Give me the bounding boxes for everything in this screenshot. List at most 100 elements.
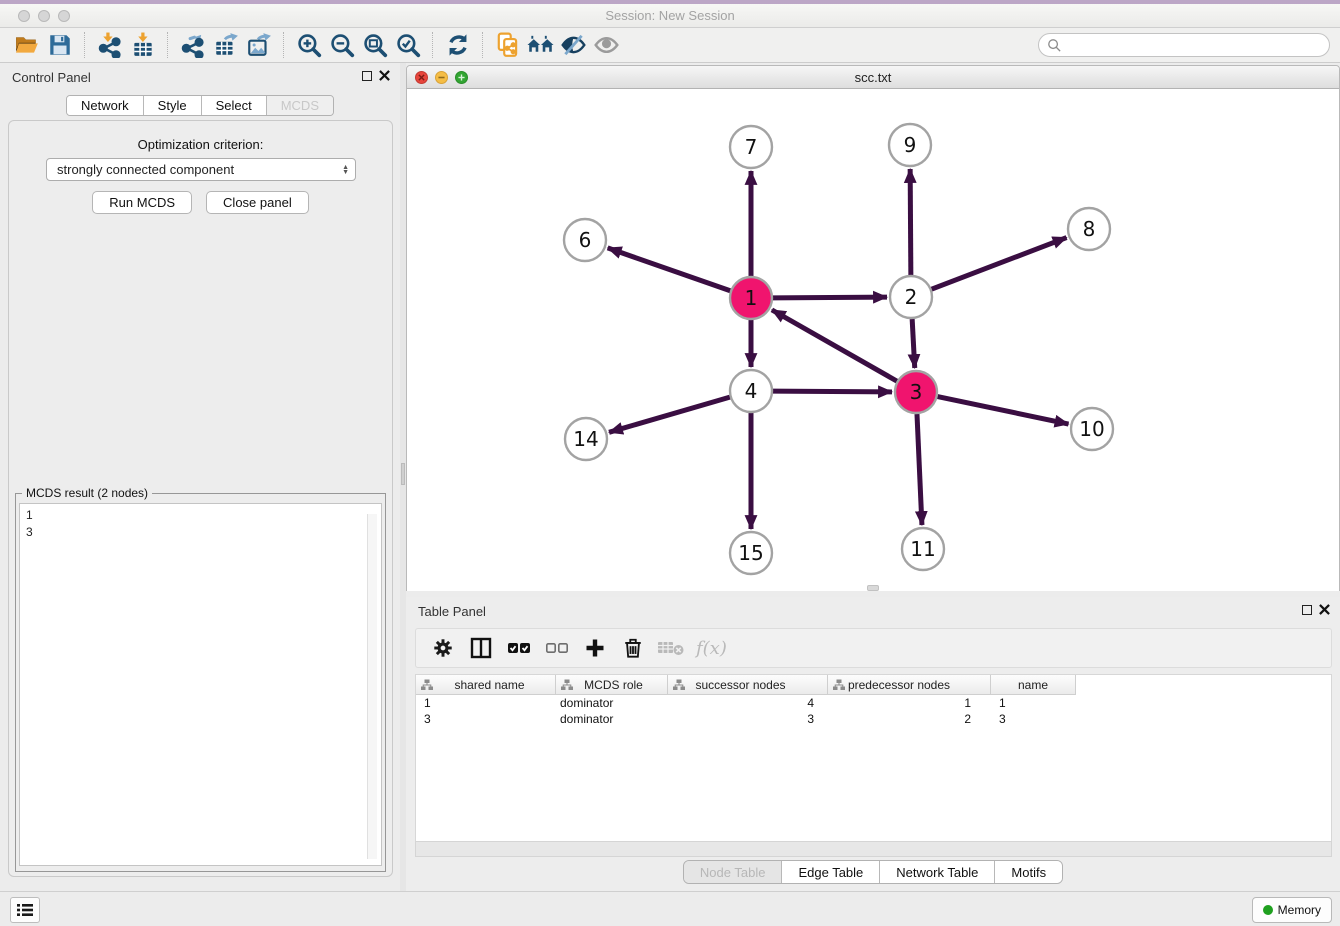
tab-network-table[interactable]: Network Table <box>880 861 995 883</box>
window-title: Session: New Session <box>0 8 1340 23</box>
delete-table-icon <box>656 633 686 663</box>
table-row[interactable]: 3 dominator 3 2 3 <box>416 711 1331 727</box>
column-header-predecessor-nodes[interactable]: predecessor nodes <box>828 675 991 695</box>
delete-row-trash-icon[interactable] <box>618 633 648 663</box>
select-all-icon[interactable] <box>504 633 534 663</box>
tab-motifs[interactable]: Motifs <box>995 861 1062 883</box>
canvas-resize-grip[interactable] <box>867 585 879 591</box>
main-toolbar <box>0 28 1340 63</box>
table-header-row: shared name MCDS role successor nodes pr… <box>416 675 1331 695</box>
criterion-value: strongly connected component <box>57 162 234 177</box>
zoom-in-icon[interactable] <box>295 32 322 59</box>
node-table[interactable]: shared name MCDS role successor nodes pr… <box>415 674 1332 841</box>
graph-node-label-7: 7 <box>745 135 758 159</box>
open-folder-icon[interactable] <box>13 32 40 59</box>
graph-node-label-15: 15 <box>738 541 763 565</box>
criterion-dropdown[interactable]: strongly connected component ▲▼ <box>46 158 356 181</box>
toolbar-separator <box>482 32 483 58</box>
tree-icon <box>833 679 845 691</box>
graph-edge-2-8[interactable] <box>932 238 1067 290</box>
export-image-icon[interactable] <box>245 32 272 59</box>
titlebar[interactable]: Session: New Session <box>0 4 1340 28</box>
mcds-result-list[interactable]: 1 3 <box>19 503 382 866</box>
result-scrollbar[interactable] <box>367 514 377 859</box>
run-mcds-button[interactable]: Run MCDS <box>92 191 192 214</box>
function-builder-icon: f(x) <box>696 638 727 659</box>
add-row-icon[interactable] <box>580 633 610 663</box>
memory-button[interactable]: Memory <box>1252 897 1332 923</box>
search-input[interactable] <box>1062 38 1321 52</box>
table-horizontal-scrollbar[interactable] <box>415 841 1332 857</box>
graph-edge-2-9[interactable] <box>910 169 911 275</box>
export-network-icon[interactable] <box>179 32 206 59</box>
optimization-criterion-label: Optimization criterion: <box>9 137 392 152</box>
graph-edge-3-10[interactable] <box>938 397 1069 425</box>
graph-edge-3-11[interactable] <box>917 414 922 525</box>
result-item[interactable]: 3 <box>26 524 375 541</box>
graph-node-label-11: 11 <box>910 537 935 561</box>
graph-node-label-6: 6 <box>579 228 592 252</box>
splitter-grip[interactable] <box>401 463 405 485</box>
tab-select[interactable]: Select <box>202 96 267 115</box>
column-header-mcds-role[interactable]: MCDS role <box>556 675 668 695</box>
graph-edge-2-3[interactable] <box>912 319 915 368</box>
tab-style[interactable]: Style <box>144 96 202 115</box>
first-neighbors-icon[interactable] <box>527 32 554 59</box>
column-header-name[interactable]: name <box>991 675 1076 695</box>
graph-node-label-3: 3 <box>910 380 923 404</box>
table-row[interactable]: 1 dominator 4 1 1 <box>416 695 1331 711</box>
zoom-selected-icon[interactable] <box>394 32 421 59</box>
result-item[interactable]: 1 <box>26 507 375 524</box>
float-panel-icon[interactable] <box>362 71 372 81</box>
tab-mcds[interactable]: MCDS <box>267 96 333 115</box>
column-header-successor-nodes[interactable]: successor nodes <box>668 675 828 695</box>
table-toolbar: f(x) <box>415 628 1332 668</box>
search-icon <box>1047 38 1062 53</box>
control-panel: Control Panel Network Style Select MCDS … <box>0 63 400 891</box>
show-column-icon[interactable] <box>466 633 496 663</box>
network-view-window: scc.txt 7968124314101511 <box>406 65 1340 591</box>
graph-edge-3-1[interactable] <box>772 310 897 381</box>
table-tabbar: Node Table Edge Table Network Table Moti… <box>683 860 1063 884</box>
settings-gear-icon[interactable] <box>428 633 458 663</box>
close-table-panel-icon[interactable] <box>1319 604 1330 615</box>
refresh-view-icon[interactable] <box>444 32 471 59</box>
float-table-panel-icon[interactable] <box>1302 605 1312 615</box>
network-window-titlebar[interactable]: scc.txt <box>407 66 1339 89</box>
export-table-icon[interactable] <box>212 32 239 59</box>
graph-edge-4-14[interactable] <box>609 397 730 432</box>
graph-edge-1-2[interactable] <box>773 297 887 298</box>
close-panel-button[interactable]: Close panel <box>206 191 309 214</box>
tab-network[interactable]: Network <box>67 96 144 115</box>
toolbar-separator <box>283 32 284 58</box>
graph-edge-4-3[interactable] <box>773 391 892 392</box>
dropdown-stepper-icon: ▲▼ <box>342 165 349 175</box>
zoom-out-icon[interactable] <box>328 32 355 59</box>
network-canvas[interactable]: 7968124314101511 <box>407 89 1339 591</box>
close-panel-icon[interactable] <box>379 70 390 81</box>
import-table-icon[interactable] <box>129 32 156 59</box>
clone-network-icon[interactable] <box>494 32 521 59</box>
task-history-button[interactable] <box>10 897 40 923</box>
zoom-fit-icon[interactable] <box>361 32 388 59</box>
toolbar-separator <box>167 32 168 58</box>
graph-node-label-14: 14 <box>573 427 598 451</box>
list-icon <box>17 903 33 917</box>
import-network-icon[interactable] <box>96 32 123 59</box>
tab-node-table[interactable]: Node Table <box>684 861 783 883</box>
mcds-result-legend: MCDS result (2 nodes) <box>22 486 152 500</box>
hide-selected-eye-icon[interactable] <box>560 32 587 59</box>
memory-label: Memory <box>1278 903 1321 917</box>
search-box[interactable] <box>1038 33 1330 57</box>
save-session-icon[interactable] <box>46 32 73 59</box>
graph-node-label-1: 1 <box>745 286 758 310</box>
show-all-eye-icon[interactable] <box>593 32 620 59</box>
tab-edge-table[interactable]: Edge Table <box>782 861 880 883</box>
toolbar-separator <box>432 32 433 58</box>
column-header-shared-name[interactable]: shared name <box>416 675 556 695</box>
unselect-all-icon[interactable] <box>542 633 572 663</box>
network-window-title: scc.txt <box>407 70 1339 85</box>
network-graph[interactable]: 7968124314101511 <box>407 89 1339 591</box>
graph-edge-1-6[interactable] <box>608 248 731 291</box>
table-panel-title: Table Panel <box>418 604 486 619</box>
